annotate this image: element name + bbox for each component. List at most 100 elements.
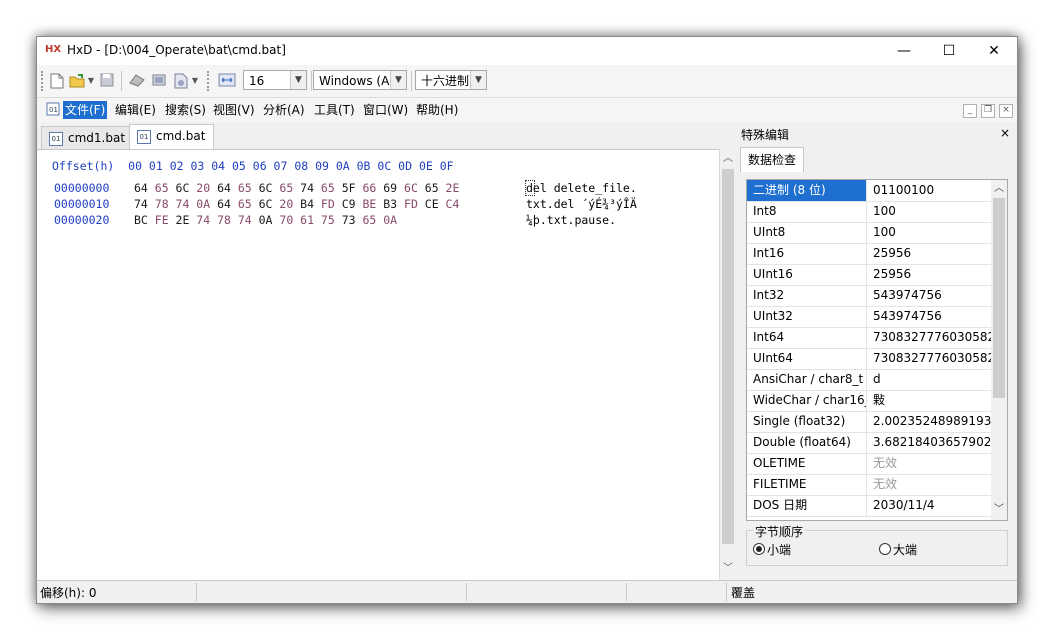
menu-analysis[interactable]: 分析(A) [261, 101, 307, 119]
toolbar-grip[interactable] [207, 71, 212, 91]
inspector-row[interactable]: UInt8 100 [747, 222, 991, 244]
text-column[interactable]: ¼þ.txt.pause. [526, 213, 616, 227]
little-endian-radio[interactable]: 小端 [753, 541, 791, 558]
menu-view[interactable]: 视图(V) [211, 101, 257, 119]
radio-unselected-icon[interactable] [879, 543, 891, 555]
radio-label: 小端 [767, 543, 792, 557]
offset-base-select[interactable]: 十六进制 ▼ [415, 70, 487, 90]
inspector-value[interactable]: 3.68218403657902E+180 [869, 432, 995, 453]
radio-selected-icon[interactable] [753, 543, 765, 555]
inspector-key: Int64 [747, 327, 867, 348]
inspector-value[interactable]: 7308327776030582116 [869, 327, 995, 348]
menu-tools[interactable]: 工具(T) [312, 101, 357, 119]
inspector-value[interactable]: 2.00235248989193E+22 [869, 411, 995, 432]
image-dropdown-icon[interactable]: ▼ [191, 73, 199, 89]
inspector-value[interactable]: 25956 [869, 264, 995, 285]
scroll-up-icon[interactable]: ︿ [991, 181, 1007, 197]
tab-cmd1-bat[interactable]: 01 cmd1.bat [41, 126, 135, 149]
inspector-value[interactable]: 无效 [869, 474, 995, 495]
inspector-row[interactable]: DOS 日期 2030/11/4 [747, 495, 991, 517]
inspector-value[interactable]: 543974756 [869, 306, 995, 327]
chevron-down-icon[interactable]: ▼ [290, 71, 306, 89]
panel-close-button[interactable]: × [1000, 126, 1010, 140]
mdi-minimize-button[interactable]: _ [963, 104, 977, 118]
inspector-row[interactable]: OLETIME 无效 [747, 453, 991, 475]
open-image-icon[interactable] [173, 73, 189, 89]
big-endian-radio[interactable]: 大端 [879, 541, 917, 558]
inspector-row[interactable]: Int647308327776030582116 [747, 327, 995, 349]
inspector-row[interactable]: UInt16 25956 [747, 264, 991, 286]
chevron-down-icon[interactable]: ▼ [390, 71, 406, 89]
status-mode: 覆盖 [731, 586, 756, 600]
tab-data-inspector[interactable]: 数据检查 [740, 147, 805, 172]
inspector-value[interactable]: 敤 [869, 390, 995, 411]
scroll-up-icon[interactable]: ︿ [720, 151, 736, 167]
open-disk-icon[interactable] [129, 73, 145, 89]
inspector-row[interactable]: AnsiChar / char8_t d [747, 369, 991, 391]
inspector-row[interactable]: Int8 100 [747, 201, 991, 223]
inspector-value[interactable]: 100 [869, 201, 995, 222]
new-file-icon[interactable] [49, 73, 65, 89]
inspector-value[interactable]: 无效 [869, 453, 995, 474]
inspector-scrollbar[interactable]: ︿ ﹀ [991, 180, 1007, 520]
data-inspector-grid: 二进制 (8 位) 01100100 Int8 100 UInt8 100 Int16… [746, 179, 1008, 521]
inspector-key: UInt32 [747, 306, 867, 327]
hex-bytes[interactable]: 65 20 65 65 65 66 6C 2E [134, 181, 460, 195]
inspector-row[interactable]: Double (float64)3.68218403657902E+180 [747, 432, 995, 454]
hex-editor[interactable]: Offset(h) 00 01 02 03 04 05 06 07 08 09 … [37, 149, 719, 580]
inspector-value[interactable]: 543974756 [869, 285, 995, 306]
open-ram-icon[interactable] [151, 73, 167, 89]
minimize-button[interactable]: — [881, 37, 927, 65]
charset-select[interactable]: Windows (ANSI) ▼ [313, 70, 407, 90]
menu-help[interactable]: 帮助(H) [414, 101, 460, 119]
window-title: HxD - [D:\004_Operate\bat\cmd.bat] [67, 43, 286, 57]
tab-cmd-bat[interactable]: 01 cmd.bat [129, 124, 215, 150]
radio-label: 大端 [893, 543, 918, 557]
inspector-row[interactable]: UInt32 543974756 [747, 306, 991, 328]
mdi-close-button[interactable]: × [999, 104, 1013, 118]
inspector-key: FILETIME [747, 474, 867, 495]
save-icon[interactable] [99, 73, 115, 89]
inspector-value[interactable]: 100 [869, 222, 995, 243]
inspector-row[interactable]: UInt647308327776030582116 [747, 348, 995, 370]
scrollbar-thumb[interactable] [722, 169, 734, 544]
menu-edit[interactable]: 编辑(E) [113, 101, 158, 119]
inspector-key: 二进制 (8 位) [747, 180, 867, 201]
document-tabs: 01 cmd1.bat 01 cmd.bat [37, 123, 734, 150]
inspector-value[interactable]: 7308327776030582116 [869, 348, 995, 369]
inspector-row[interactable]: Single (float32)2.00235248989193E+22 [747, 411, 995, 433]
inspector-value[interactable]: 25956 [869, 243, 995, 264]
menu-file[interactable]: 文件(F) [63, 101, 108, 119]
byte-order-group: 字节顺序 小端 大端 [746, 523, 1008, 566]
toolbar-separator [121, 71, 122, 91]
scrollbar-thumb[interactable] [993, 198, 1005, 398]
menu-search[interactable]: 搜索(S) [163, 101, 208, 119]
menu-window[interactable]: 窗口(W) [361, 101, 410, 119]
scroll-down-icon[interactable]: ﹀ [720, 561, 736, 577]
inspector-key: WideChar / char16_t [747, 390, 867, 411]
inspector-row[interactable]: FILETIME 无效 [747, 474, 991, 496]
inspector-row[interactable]: WideChar / char16_t 敤 [747, 390, 991, 412]
bytes-per-row-select[interactable]: 16 ▼ [243, 70, 307, 90]
mdi-restore-button[interactable]: ❐ [981, 104, 995, 118]
inspector-row[interactable]: Int16 25956 [747, 243, 991, 265]
maximize-button[interactable]: ☐ [926, 37, 972, 65]
inspector-row[interactable]: Int32 543974756 [747, 285, 991, 307]
hex-bytes[interactable]: 78 74 0A 65 20 FD BE FD C4 [134, 197, 460, 211]
open-file-icon[interactable] [69, 73, 85, 89]
inspector-value[interactable]: 2030/11/4 [869, 495, 995, 516]
scroll-down-icon[interactable]: ﹀ [991, 502, 1007, 518]
inspector-value[interactable]: 01100100 [869, 180, 995, 201]
panel-title: 特殊编辑 [741, 128, 790, 142]
text-column[interactable]: del delete_file. [526, 181, 637, 195]
toolbar-grip[interactable] [41, 71, 46, 91]
chevron-down-icon[interactable]: ▼ [470, 71, 486, 89]
text-column[interactable]: txt.del ´ýÉ¾³ýÎÄ [526, 197, 637, 211]
inspector-row[interactable]: 二进制 (8 位) 01100100 [747, 180, 991, 202]
open-dropdown-icon[interactable]: ▼ [87, 73, 95, 89]
editor-scrollbar[interactable]: ︿ ﹀ [719, 149, 736, 579]
hex-bytes[interactable]: FE 74 78 74 70 61 75 65 0A [134, 213, 397, 227]
close-button[interactable]: ✕ [971, 37, 1017, 65]
status-divider [196, 583, 197, 601]
inspector-value[interactable]: d [869, 369, 995, 390]
